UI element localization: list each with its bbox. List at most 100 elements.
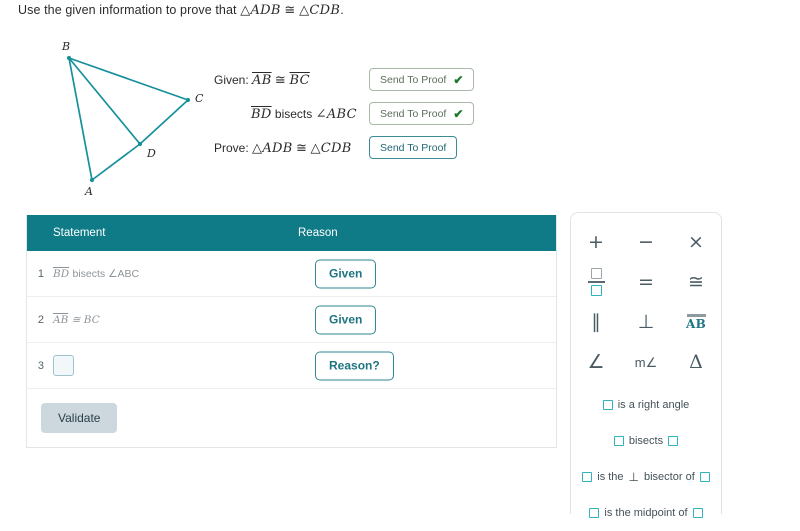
given-1-segment-1: AB (252, 73, 272, 88)
row-2-segment: AB (53, 313, 69, 326)
placeholder-box (582, 472, 593, 482)
fraction-numerator-box (590, 268, 602, 279)
phrase-midpoint-label: is the midpoint of (604, 507, 688, 519)
symbol-grid: + − × = ≅ ∥ ⊥ AB ∠ m∠ Δ (571, 223, 721, 381)
vertex-label-d: D (147, 147, 156, 160)
plus-icon[interactable]: + (571, 223, 621, 261)
given-1-relation: ≅ (274, 73, 287, 88)
vertex-label-b: B (62, 40, 71, 53)
multiply-icon[interactable]: × (671, 223, 721, 261)
row-statement-2: AB ≅ BC (53, 314, 556, 326)
send-to-proof-button-1[interactable]: Send To Proof ✔ (369, 68, 475, 91)
minus-icon[interactable]: − (621, 223, 671, 261)
row-number-2: 2 (37, 313, 44, 326)
given-row-1: Given: AB ≅ BC Send To Proof ✔ (214, 68, 484, 102)
prove-row: Prove: △ADB ≅ △CDB Send To Proof (214, 136, 484, 170)
symbol-palette: + − × = ≅ ∥ ⊥ AB ∠ m∠ Δ is a right angle… (570, 212, 722, 519)
placeholder-box (613, 436, 624, 446)
row-number-1: 1 (37, 267, 44, 280)
phrase-perp-bisector-label-a: is the (597, 471, 624, 483)
measure-angle-icon[interactable]: m∠ (621, 343, 671, 381)
phrase-right-angle[interactable]: is a right angle (571, 387, 721, 423)
parallel-icon[interactable]: ∥ (571, 303, 621, 341)
statement-blank-input[interactable] (53, 355, 74, 376)
given-row-2-text: BD bisects ∠ABC (251, 107, 357, 122)
send-to-proof-label-1: Send To Proof (380, 73, 447, 86)
placeholder-box (692, 508, 703, 518)
prompt-lead: Use the given information to prove that (18, 3, 237, 17)
prompt-congruent-symbol: ≅ (284, 3, 296, 18)
prove-triangle-2: △CDB (310, 141, 352, 156)
segment-cd (139, 99, 189, 145)
row-2-statement-rest: ≅ BC (71, 313, 100, 326)
reason-cell-3: Reason? (315, 351, 394, 380)
reason-button-3[interactable]: Reason? (315, 351, 394, 380)
check-icon-2: ✔ (453, 106, 464, 121)
prove-relation: ≅ (295, 141, 308, 156)
given-2-relation: bisects (274, 107, 313, 121)
table-row: 1 BD bisects ∠ABC Given (27, 251, 556, 297)
given-1-segment-2: BC (289, 73, 310, 88)
angle-icon[interactable]: ∠ (571, 343, 621, 381)
prompt-triangle-2: △CDB (299, 3, 341, 18)
send-to-proof-button-2[interactable]: Send To Proof ✔ (369, 102, 475, 125)
reason-button-2[interactable]: Given (315, 305, 377, 334)
fraction-bar (587, 281, 605, 283)
row-number-3: 3 (37, 359, 44, 372)
page-title: Use the given information to prove that … (18, 3, 344, 18)
placeholder-box (602, 400, 613, 410)
vertex-dots (66, 55, 191, 183)
phrase-right-angle-label: is a right angle (617, 399, 690, 411)
vertex-label-a: A (85, 185, 93, 198)
fraction-icon[interactable] (571, 263, 621, 301)
proof-table-header: Statement Reason (27, 215, 556, 251)
measure-angle-glyph: m∠ (634, 354, 658, 370)
prompt-period: . (340, 3, 344, 17)
segment-da (91, 143, 141, 181)
placeholder-box (589, 508, 600, 518)
row-statement-1: BD bisects ∠ABC (53, 268, 556, 280)
check-icon-1: ✔ (453, 72, 464, 87)
prompt-triangle-1: △ADB (240, 3, 281, 18)
triangle-diagram: B C D A (30, 30, 220, 210)
triangle-svg (66, 55, 191, 183)
equals-icon[interactable]: = (621, 263, 671, 301)
prove-label: Prove: (214, 141, 249, 155)
congruent-icon[interactable]: ≅ (671, 263, 721, 301)
reason-cell-1: Given (315, 259, 377, 288)
row-1-statement-rest: bisects ∠ABC (72, 267, 140, 280)
given-label: Given: (214, 73, 249, 87)
fraction-denominator-box (590, 285, 602, 296)
fraction-icon-glyph (587, 268, 605, 296)
page-scrollbar[interactable] (794, 0, 800, 514)
phrase-bisects[interactable]: bisects (571, 423, 721, 459)
vertex-label-c: C (195, 92, 204, 105)
placeholder-box (668, 436, 679, 446)
phrase-perp-bisector-label-b: bisector of (644, 471, 695, 483)
given-row-1-text: Given: AB ≅ BC (214, 73, 310, 88)
column-header-reason: Reason (298, 227, 338, 239)
validate-row: Validate (27, 389, 556, 447)
phrase-midpoint[interactable]: is the midpoint of (571, 495, 721, 531)
table-row: 2 AB ≅ BC Given (27, 297, 556, 343)
phrase-perp-bisector[interactable]: is the ⊥ bisector of (571, 459, 721, 495)
reason-cell-2: Given (315, 305, 377, 334)
prove-row-text: Prove: △ADB ≅ △CDB (214, 141, 352, 156)
given-2-segment-2: ∠ABC (315, 107, 357, 122)
reason-button-1[interactable]: Given (315, 259, 377, 288)
prove-triangle-1: △ADB (252, 141, 293, 156)
segment-ab-icon[interactable]: AB (671, 303, 721, 341)
validate-button[interactable]: Validate (41, 403, 118, 433)
table-row: 3 Reason? (27, 343, 556, 389)
triangle-icon[interactable]: Δ (671, 343, 721, 381)
perpendicular-icon[interactable]: ⊥ (621, 303, 671, 341)
row-1-segment: BD (53, 267, 70, 280)
proof-table-card: Statement Reason 1 BD bisects ∠ABC Given… (26, 215, 557, 448)
send-to-proof-label-3: Send To Proof (380, 141, 447, 154)
send-to-proof-button-3[interactable]: Send To Proof (369, 136, 458, 159)
perpendicular-icon: ⊥ (628, 470, 639, 484)
given-row-2: BD bisects ∠ABC Send To Proof ✔ (214, 102, 484, 136)
row-statement-3 (53, 355, 556, 376)
send-to-proof-label-2: Send To Proof (380, 107, 447, 120)
segment-ab-label: AB (685, 317, 707, 331)
